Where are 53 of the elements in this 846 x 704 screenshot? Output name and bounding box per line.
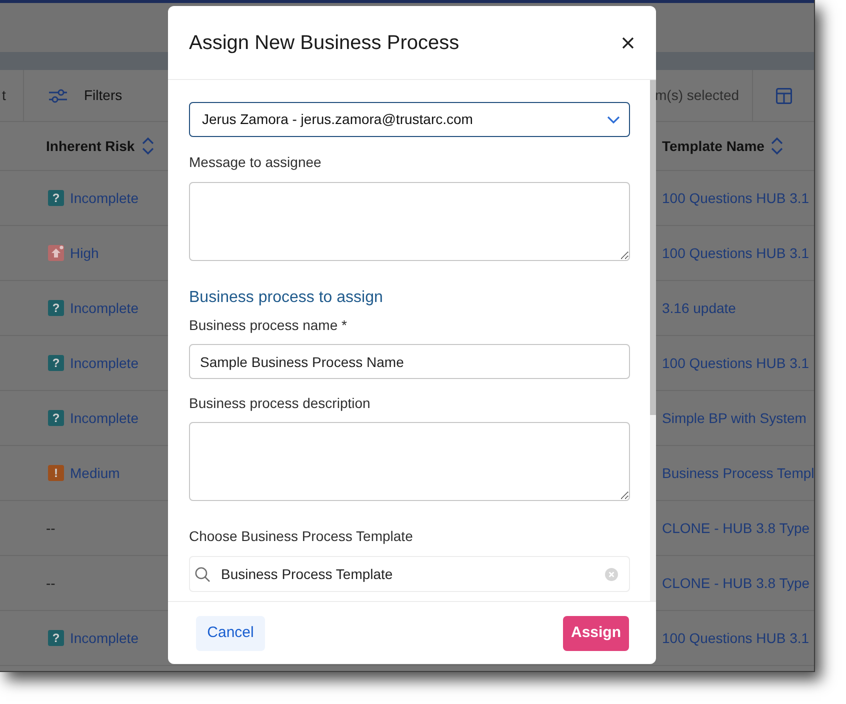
risk-link[interactable]: ? Incomplete — [48, 298, 138, 318]
risk-link[interactable]: ? Incomplete — [48, 628, 138, 648]
grid-icon[interactable] — [776, 88, 792, 104]
arrow-up-icon — [48, 245, 64, 261]
search-icon — [195, 567, 210, 582]
exclamation-icon: ! — [48, 465, 64, 481]
scrollbar[interactable] — [650, 80, 656, 601]
template-link[interactable]: CLONE - HUB 3.8 Type — [662, 518, 810, 538]
template-link[interactable]: 100 Questions HUB 3.1 — [662, 188, 810, 208]
field-label: Choose Business Process Template — [189, 527, 414, 546]
template-search-field[interactable]: Business Process Template — [189, 556, 630, 592]
description-field[interactable] — [189, 422, 630, 501]
risk-link[interactable]: ! Medium — [48, 462, 120, 484]
table-cell-text: -- — [46, 574, 56, 592]
dialog-title: Assign New Business Process — [189, 30, 460, 56]
table-cell-text: -- — [46, 518, 56, 538]
field-label: Message to assignee — [189, 153, 322, 172]
risk-link[interactable]: ? Incomplete — [48, 352, 138, 374]
field-label: Business process description — [189, 394, 372, 413]
risk-link[interactable]: ? Incomplete — [48, 188, 138, 208]
close-icon[interactable] — [622, 36, 634, 48]
question-icon: ? — [48, 355, 64, 371]
question-icon: ? — [48, 410, 64, 426]
template-link[interactable]: 100 Questions HUB 3.1 — [662, 242, 810, 264]
column-header[interactable]: Template Name — [662, 136, 764, 156]
template-link[interactable]: 3.16 update — [662, 298, 736, 318]
filter-icon — [49, 88, 67, 102]
chevron-down-icon — [607, 116, 620, 124]
risk-link[interactable]: ? Incomplete — [48, 408, 138, 428]
section-heading: Business process to assign — [189, 288, 384, 308]
filters-button[interactable]: Filters — [49, 70, 122, 121]
assign-button[interactable]: Assign — [563, 616, 629, 650]
scrollbar-thumb[interactable] — [650, 80, 656, 415]
template-link[interactable]: Simple BP with System — [662, 408, 806, 428]
question-icon: ? — [48, 190, 64, 206]
cancel-button[interactable]: Cancel — [196, 616, 265, 650]
question-icon: ? — [48, 630, 64, 646]
clear-icon[interactable] — [605, 568, 618, 581]
template-link[interactable]: Business Process Templ — [662, 462, 814, 484]
selection-count: m(s) selected — [655, 86, 740, 105]
field-label: Business process name * — [189, 316, 348, 335]
template-link[interactable]: 100 Questions HUB 3.1 — [662, 352, 810, 374]
sort-icon[interactable] — [142, 137, 154, 155]
assignee-select[interactable]: Jerus Zamora - jerus.zamora@trustarc.com — [189, 102, 630, 137]
toolbar-label[interactable]: t — [0, 85, 6, 106]
column-header[interactable]: Inherent Risk — [46, 136, 135, 156]
name-field[interactable]: Sample Business Process Name — [189, 344, 630, 379]
template-link[interactable]: 100 Questions HUB 3.1 — [662, 628, 810, 648]
template-link[interactable]: CLONE - HUB 3.8 Type — [662, 572, 810, 594]
risk-link[interactable]: High — [48, 242, 99, 264]
question-icon: ? — [48, 300, 64, 316]
message-field[interactable] — [189, 182, 630, 261]
sort-icon[interactable] — [771, 137, 784, 155]
